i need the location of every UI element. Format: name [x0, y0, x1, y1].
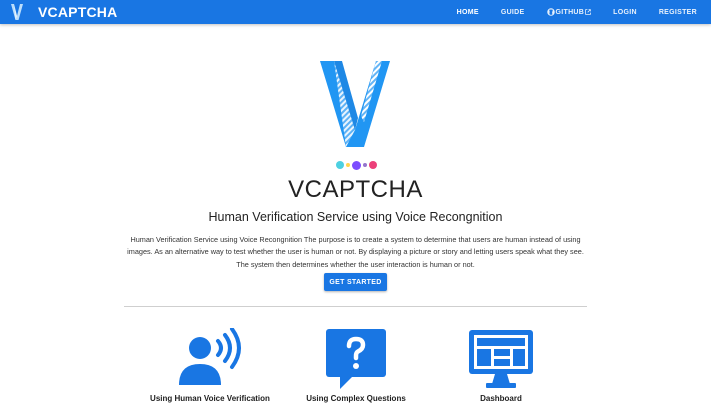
- hero-logo-icon: [320, 61, 390, 147]
- section-divider: [124, 306, 587, 307]
- nav-login-label: LOGIN: [613, 8, 637, 16]
- dot-pink: [369, 161, 377, 169]
- feature-label-dashboard: Dashboard: [480, 394, 522, 403]
- dot-cyan: [336, 161, 344, 169]
- feature-label-voice: Using Human Voice Verification: [150, 394, 270, 403]
- nav-register-label: REGISTER: [658, 8, 697, 16]
- external-link-icon: [585, 9, 591, 15]
- nav-github-label: GITHUB: [555, 8, 585, 16]
- hero-title: VCAPTCHA: [288, 176, 423, 203]
- dot-lavender: [363, 163, 367, 167]
- dot-purple: [352, 160, 361, 170]
- logo-dots: [336, 160, 379, 170]
- hero-description: Human Verification Service using Voice R…: [127, 235, 584, 269]
- nav-guide[interactable]: GUIDE: [501, 9, 525, 16]
- monitor-dashboard-icon: [469, 330, 533, 388]
- nav-login[interactable]: LOGIN: [613, 9, 637, 16]
- hero-subtitle: Human Verification Service using Voice R…: [208, 210, 503, 224]
- question-chat-icon: [326, 329, 386, 389]
- nav-guide-label: GUIDE: [500, 8, 525, 16]
- brand-name: VCAPTCHA: [38, 4, 118, 20]
- nav-menu: HOME GUIDE GITHUB LOGIN REGISTER: [435, 0, 697, 24]
- voice-user-icon: [179, 328, 241, 385]
- nav-github[interactable]: GITHUB: [546, 8, 592, 16]
- top-navbar: VCAPTCHA HOME GUIDE GITHUB LOGIN REGISTE…: [0, 0, 711, 24]
- brand[interactable]: VCAPTCHA: [10, 0, 117, 24]
- nav-register[interactable]: REGISTER: [659, 9, 697, 16]
- feature-label-questions: Using Complex Questions: [306, 394, 406, 403]
- vcaptcha-logo-icon: [11, 4, 23, 20]
- github-icon: [546, 8, 555, 16]
- dot-yellow: [346, 163, 350, 167]
- get-started-button[interactable]: GET STARTED: [324, 273, 387, 291]
- nav-home-label: HOME: [456, 8, 479, 16]
- nav-home[interactable]: HOME: [457, 9, 479, 16]
